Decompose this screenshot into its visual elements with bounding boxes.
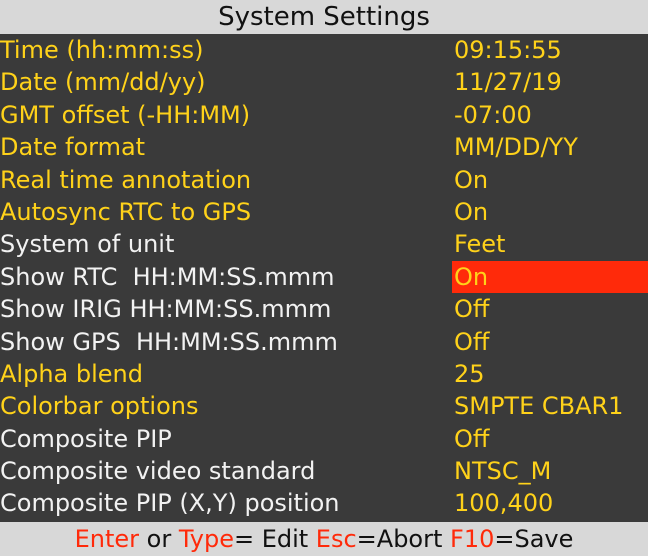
abort-text: =Abort [356,525,451,553]
or-text: or [139,525,179,553]
esc-key-hint: Esc [315,525,357,553]
setting-label: Show GPS HH:MM:SS.mmm [0,327,338,356]
settings-row[interactable]: Show GPS HH:MM:SS.mmm Off [0,326,648,358]
enter-key-hint: Enter [74,525,140,553]
setting-value[interactable]: 25 [452,358,648,390]
setting-label: Alpha blend [0,359,143,388]
setting-label: Autosync RTC to GPS [0,197,252,226]
settings-row[interactable]: Show IRIG HH:MM:SS.mmm Off [0,293,648,325]
setting-label: System of unit [0,230,175,259]
setting-label: GMT offset (-HH:MM) [0,100,251,129]
setting-value[interactable]: -07:00 [452,99,648,131]
setting-value[interactable]: Off [452,423,648,455]
setting-value[interactable]: MM/DD/YY [452,131,648,163]
settings-row[interactable]: Composite video standard NTSC_M [0,455,648,487]
setting-value[interactable]: 09:15:55 [452,34,648,66]
settings-row[interactable]: Alpha blend 25 [0,358,648,390]
setting-value[interactable]: On [452,196,648,228]
settings-row[interactable]: Real time annotation On [0,164,648,196]
save-text: =Save [494,525,574,553]
settings-row[interactable]: Date format MM/DD/YY [0,131,648,163]
setting-value[interactable]: 100,400 [452,487,648,519]
setting-value[interactable]: Off [452,326,648,358]
setting-value[interactable]: Feet [452,228,648,260]
setting-value[interactable]: On [452,164,648,196]
setting-value[interactable]: 11/27/19 [452,66,648,98]
setting-value[interactable]: On [452,260,648,293]
f10-key-hint: F10 [450,525,495,553]
settings-row[interactable]: Colorbar options SMPTE CBAR1 [0,390,648,422]
settings-row[interactable]: GMT offset (-HH:MM) -07:00 [0,99,648,131]
settings-row[interactable]: Show RTC HH:MM:SS.mmm On [0,260,648,293]
settings-row[interactable]: Autosync RTC to GPS On [0,196,648,228]
setting-value[interactable]: Off [452,293,648,325]
settings-row[interactable]: Composite PIP (X,Y) position 100,400 [0,487,648,519]
setting-label: Composite video standard [0,457,316,486]
setting-value[interactable]: NTSC_M [452,455,648,487]
setting-label: Date (mm/dd/yy) [0,68,206,97]
setting-label: Show IRIG HH:MM:SS.mmm [0,295,332,324]
setting-label: Composite PIP (X,Y) position [0,489,340,518]
setting-label: Real time annotation [0,165,252,194]
system-settings-screen: System Settings Time (hh:mm:ss) 09:15:55 D… [0,0,648,556]
key-hint-footer: Enter or Type= Edit Esc=Abort F10=Save [0,522,648,556]
type-key-hint: Type [178,525,234,553]
setting-label: Composite PIP [0,424,172,453]
page-title: System Settings [0,0,648,34]
setting-label: Time (hh:mm:ss) [0,36,204,64]
setting-label: Colorbar options [0,392,199,421]
settings-row[interactable]: Date (mm/dd/yy) 11/27/19 [0,66,648,98]
settings-list: Time (hh:mm:ss) 09:15:55 Date (mm/dd/yy) 11… [0,34,648,520]
setting-label: Show RTC HH:MM:SS.mmm [0,262,335,291]
setting-label: Date format [0,133,146,162]
setting-value[interactable]: SMPTE CBAR1 [452,390,648,422]
edit-text: = Edit [233,525,316,553]
settings-row[interactable]: Time (hh:mm:ss) 09:15:55 [0,34,648,66]
settings-row[interactable]: System of unit Feet [0,228,648,260]
settings-row[interactable]: Composite PIP Off [0,423,648,455]
